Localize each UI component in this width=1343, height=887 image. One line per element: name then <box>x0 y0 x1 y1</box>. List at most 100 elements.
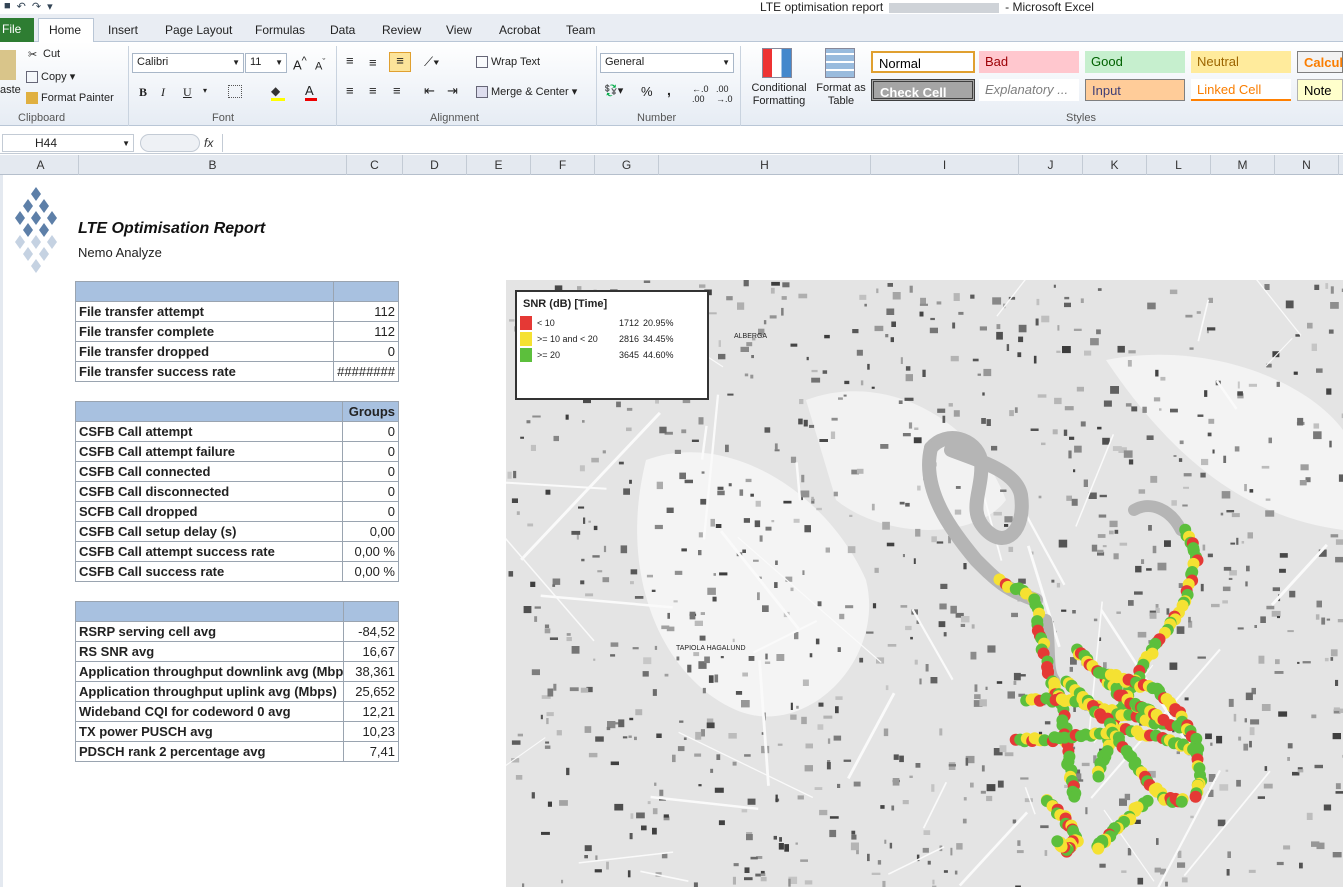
format-as-table-icon[interactable] <box>825 48 855 78</box>
header-cell[interactable] <box>74 401 344 422</box>
value-cell[interactable]: 0 <box>342 481 399 502</box>
tab-review[interactable]: Review <box>382 23 421 37</box>
underline-dropdown-icon[interactable]: ▾ <box>203 86 207 95</box>
label-cell[interactable]: CSFB Call success rate <box>74 561 344 582</box>
underline-button[interactable]: U <box>183 85 192 100</box>
cell-style-input[interactable]: Input <box>1085 79 1185 101</box>
cell-style-check-cell[interactable]: Check Cell <box>871 79 975 101</box>
column-header-h[interactable]: H <box>659 155 871 175</box>
bold-button[interactable]: B <box>139 85 147 100</box>
orientation-icon[interactable]: ⟋▾ <box>424 54 439 70</box>
value-cell[interactable]: -84,52 <box>343 621 399 642</box>
column-header-d[interactable]: D <box>403 155 467 175</box>
label-cell[interactable]: PDSCH rank 2 percentage avg <box>75 741 344 762</box>
increase-indent-icon[interactable]: ⇥ <box>447 83 458 99</box>
cell-style-linked-cell[interactable]: Linked Cell <box>1191 79 1291 101</box>
column-header-k[interactable]: K <box>1083 155 1147 175</box>
label-cell[interactable]: File transfer complete <box>74 321 335 342</box>
currency-icon[interactable]: 💱▾ <box>604 84 623 97</box>
increase-decimal-icon[interactable]: ←.0.00 <box>692 84 709 104</box>
redo-icon[interactable]: ↷ <box>32 0 41 13</box>
shrink-font-icon[interactable]: Aˇ <box>315 57 325 73</box>
format-as-table-button[interactable]: Format as Table <box>815 82 867 108</box>
font-family-select[interactable]: Calibri ▼ <box>132 53 244 73</box>
decrease-decimal-icon[interactable]: .00 →.0 <box>716 84 733 104</box>
column-header-b[interactable]: B <box>79 155 347 175</box>
tab-acrobat[interactable]: Acrobat <box>499 23 540 37</box>
tab-data[interactable]: Data <box>330 23 355 37</box>
column-header-n[interactable]: N <box>1275 155 1339 175</box>
align-bottom-icon[interactable]: ≡ <box>389 52 411 72</box>
cut-button[interactable]: ✂ Cut <box>28 48 60 61</box>
value-cell[interactable]: 0 <box>342 441 399 462</box>
format-painter-button[interactable]: Format Painter <box>26 92 114 105</box>
column-header-i[interactable]: I <box>871 155 1019 175</box>
label-cell[interactable]: SCFB Call dropped <box>74 501 344 522</box>
decrease-indent-icon[interactable]: ⇤ <box>424 83 435 99</box>
cell-style-good[interactable]: Good <box>1085 51 1185 73</box>
label-cell[interactable]: Application throughput uplink avg (Mbps) <box>75 681 344 702</box>
align-left-icon[interactable]: ≡ <box>346 83 354 98</box>
value-cell[interactable]: 12,21 <box>343 701 399 722</box>
label-cell[interactable]: Application throughput downlink avg (Mbp <box>75 661 344 682</box>
formula-input[interactable] <box>222 134 1343 152</box>
value-cell[interactable]: 0 <box>342 501 399 522</box>
value-cell[interactable]: 7,41 <box>343 741 399 762</box>
label-cell[interactable]: CSFB Call attempt success rate <box>74 541 344 562</box>
font-color-icon[interactable]: A <box>305 83 317 101</box>
tab-insert[interactable]: Insert <box>108 23 138 37</box>
cell-style-neutral[interactable]: Neutral <box>1191 51 1291 73</box>
tab-file[interactable]: File <box>0 18 34 42</box>
column-header-e[interactable]: E <box>467 155 531 175</box>
value-cell[interactable]: 10,23 <box>343 721 399 742</box>
number-format-select[interactable]: General ▼ <box>600 53 734 73</box>
conditional-formatting-button[interactable]: Conditional Formatting <box>746 82 812 108</box>
header-cell[interactable] <box>74 281 335 302</box>
paste-icon[interactable] <box>0 50 16 80</box>
value-cell[interactable]: ######## <box>333 361 399 382</box>
insert-function-button[interactable]: fx <box>204 136 213 150</box>
value-cell[interactable]: 16,67 <box>343 641 399 662</box>
align-top-icon[interactable]: ≡ <box>346 53 354 68</box>
label-cell[interactable]: File transfer attempt <box>74 301 335 322</box>
label-cell[interactable]: CSFB Call attempt failure <box>74 441 344 462</box>
column-header-a[interactable]: A <box>3 155 79 175</box>
label-cell[interactable]: File transfer dropped <box>74 341 335 362</box>
cell-style-normal[interactable]: Normal <box>871 51 975 73</box>
name-box[interactable]: H44 ▼ <box>2 134 134 152</box>
customize-qat-icon[interactable]: ▾ <box>47 0 53 13</box>
italic-button[interactable]: I <box>161 85 165 100</box>
column-header-c[interactable]: C <box>347 155 403 175</box>
borders-icon[interactable] <box>228 85 242 98</box>
value-cell[interactable]: 0,00 % <box>342 541 399 562</box>
header-cell[interactable] <box>75 601 344 622</box>
value-cell[interactable]: 0,00 <box>342 521 399 542</box>
value-cell[interactable]: 25,652 <box>343 681 399 702</box>
conditional-formatting-icon[interactable] <box>762 48 792 78</box>
align-middle-icon[interactable]: ≡ <box>369 55 377 70</box>
cell-style-explanatory[interactable]: Explanatory ... <box>979 79 1079 101</box>
wrap-text-button[interactable]: Wrap Text <box>476 56 540 69</box>
header-cell[interactable] <box>343 601 399 622</box>
comma-button[interactable]: , <box>667 82 671 98</box>
paste-button[interactable]: aste <box>0 84 21 96</box>
grow-font-icon[interactable]: A^ <box>293 55 307 72</box>
label-cell[interactable]: CSFB Call disconnected <box>74 481 344 502</box>
fill-color-icon[interactable]: ◆ <box>271 84 285 101</box>
label-cell[interactable]: CSFB Call setup delay (s) <box>74 521 344 542</box>
align-right-icon[interactable]: ≡ <box>393 83 401 98</box>
tab-page-layout[interactable]: Page Layout <box>165 23 232 37</box>
value-cell[interactable]: 0 <box>333 341 399 362</box>
label-cell[interactable]: Wideband CQI for codeword 0 avg <box>75 701 344 722</box>
save-icon[interactable]: ■ <box>4 0 11 13</box>
header-cell[interactable] <box>333 281 399 302</box>
label-cell[interactable]: CSFB Call connected <box>74 461 344 482</box>
merge-center-button[interactable]: Merge & Center ▾ <box>476 85 577 99</box>
label-cell[interactable]: RS SNR avg <box>75 641 344 662</box>
cell-style-note[interactable]: Note <box>1297 79 1343 101</box>
value-cell[interactable]: 0 <box>342 421 399 442</box>
tab-formulas[interactable]: Formulas <box>255 23 305 37</box>
percent-button[interactable]: % <box>641 84 653 99</box>
align-center-icon[interactable]: ≡ <box>369 83 377 98</box>
cell-style-calcula[interactable]: Calcula <box>1297 51 1343 73</box>
